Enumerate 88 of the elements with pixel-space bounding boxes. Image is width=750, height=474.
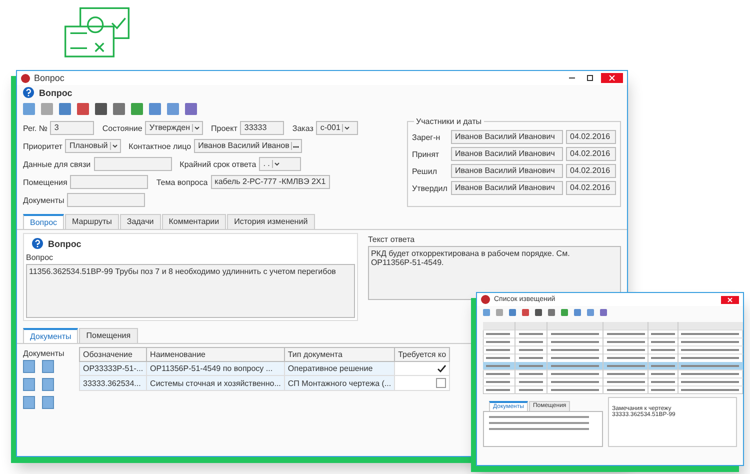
toolbar-icon[interactable] (95, 103, 107, 115)
help-icon (23, 87, 34, 98)
column-header[interactable]: Тип документа (284, 348, 395, 362)
toolbar-icon[interactable] (59, 103, 71, 115)
panel-header: Вопрос (48, 238, 82, 248)
role-label: Зарег-н (412, 132, 442, 142)
input-field[interactable]: 33333 (240, 121, 284, 135)
toolbar-icon[interactable] (149, 103, 161, 115)
caret-icon (342, 124, 352, 132)
date-field[interactable]: 04.02.2016 (566, 130, 616, 144)
person-field[interactable]: Иванов Василий Иванович (451, 130, 563, 144)
dropdown-field[interactable]: . . (259, 157, 302, 171)
dropdown-field[interactable]: Утвержден (145, 121, 204, 135)
field-label: Помещения (23, 178, 68, 186)
person-field[interactable]: Иванов Василий Иванович (451, 164, 563, 178)
input-field[interactable] (94, 157, 172, 171)
field-label: Данные для связи (23, 160, 91, 168)
field-label: Тема вопроса (156, 178, 208, 186)
field-label: Приоритет (23, 142, 62, 150)
role-label: Утвердил (412, 184, 448, 192)
column-header[interactable]: Обозначение (80, 348, 147, 362)
input-field[interactable] (70, 175, 148, 189)
form-header: Вопрос (39, 88, 72, 98)
document-icon[interactable] (23, 360, 35, 373)
app-icon (481, 295, 490, 304)
person-field[interactable]: Иванов Василий Иванович (451, 147, 563, 161)
section-label: Документы (23, 348, 66, 360)
toolbar-icon[interactable] (185, 103, 197, 115)
close-button[interactable] (721, 296, 739, 304)
document-icon[interactable] (42, 378, 54, 391)
person-field[interactable]: Иванов Василий Иванович (451, 181, 563, 195)
toolbar-icon[interactable] (167, 103, 179, 115)
column-header[interactable]: Наименование (146, 348, 284, 362)
tab[interactable]: Комментарии (162, 214, 226, 229)
tab[interactable]: Маршруты (65, 214, 119, 229)
lookup-field[interactable]: Иванов Василий Иванов (194, 139, 302, 153)
toolbar-icon[interactable] (131, 103, 143, 115)
document-icon[interactable] (42, 360, 54, 373)
group-title: Участники и даты (414, 117, 484, 126)
table-cell: ОР11356Р-51-4549 по вопросу ... (146, 362, 284, 376)
input-field[interactable]: 3 (50, 121, 94, 135)
dropdown-field[interactable]: с-001 (316, 121, 358, 135)
close-button[interactable] (601, 73, 623, 83)
help-icon (32, 238, 43, 249)
toolbar-icon[interactable] (41, 103, 53, 115)
table-cell: 33333.362534... (80, 376, 147, 390)
input-field[interactable]: кабель 2-РС-777 -КМЛВЭ 2Х1 (210, 175, 330, 189)
field-label: Вопрос (26, 252, 54, 264)
table-cell: Системы сточная и хозяйственно... (146, 376, 284, 390)
toolbar-icon[interactable] (23, 103, 35, 115)
tab[interactable]: Задачи (120, 214, 161, 229)
date-field[interactable]: 04.02.2016 (566, 147, 616, 161)
date-field[interactable]: 04.02.2016 (566, 164, 616, 178)
field-label: Состояние (102, 124, 142, 132)
question-text-area[interactable]: 11356.362534.51ВР-99 Трубы поз 7 и 8 необходимо удлиннить с учетом перегибов (26, 264, 355, 318)
field-label: Крайний срок ответа (180, 160, 256, 168)
tab[interactable]: Документы (23, 328, 78, 343)
field-label: Контактное лицо (128, 142, 192, 150)
toolbar-icon[interactable] (113, 103, 125, 115)
date-field[interactable]: 04.02.2016 (566, 181, 616, 195)
input-field[interactable] (67, 193, 146, 207)
caret-icon (192, 124, 202, 132)
ellipsis-icon (291, 142, 300, 150)
field-label: Текст ответа (368, 234, 416, 246)
role-label: Принят (412, 150, 440, 158)
toolbar-icon[interactable] (77, 103, 89, 115)
tab[interactable]: Вопрос (23, 214, 64, 229)
document-icon[interactable] (23, 378, 35, 391)
role-label: Решил (412, 166, 438, 176)
caret-icon (110, 142, 119, 150)
check-icon[interactable] (437, 364, 446, 373)
document-icon[interactable] (23, 396, 35, 409)
app-icon (21, 74, 30, 82)
field-label: Документы (23, 196, 64, 204)
checkbox[interactable] (436, 378, 446, 388)
dropdown-field[interactable]: Плановый (65, 139, 121, 153)
tab[interactable]: Помещения (79, 328, 138, 343)
column-header[interactable]: Требуется ко (394, 348, 450, 362)
field-label: Рег. № (23, 124, 48, 132)
field-label: Заказ (292, 124, 314, 132)
table-cell: ОР33333Р-51-... (80, 362, 147, 376)
tab[interactable]: История изменений (227, 214, 315, 229)
field-label: Проект (211, 124, 238, 132)
table-cell: Оперативное решение (284, 362, 395, 376)
caret-icon (272, 160, 281, 168)
document-icon[interactable] (42, 396, 54, 409)
window-title: Вопрос (34, 73, 64, 83)
table-cell: СП Монтажного чертежа (... (284, 376, 395, 390)
